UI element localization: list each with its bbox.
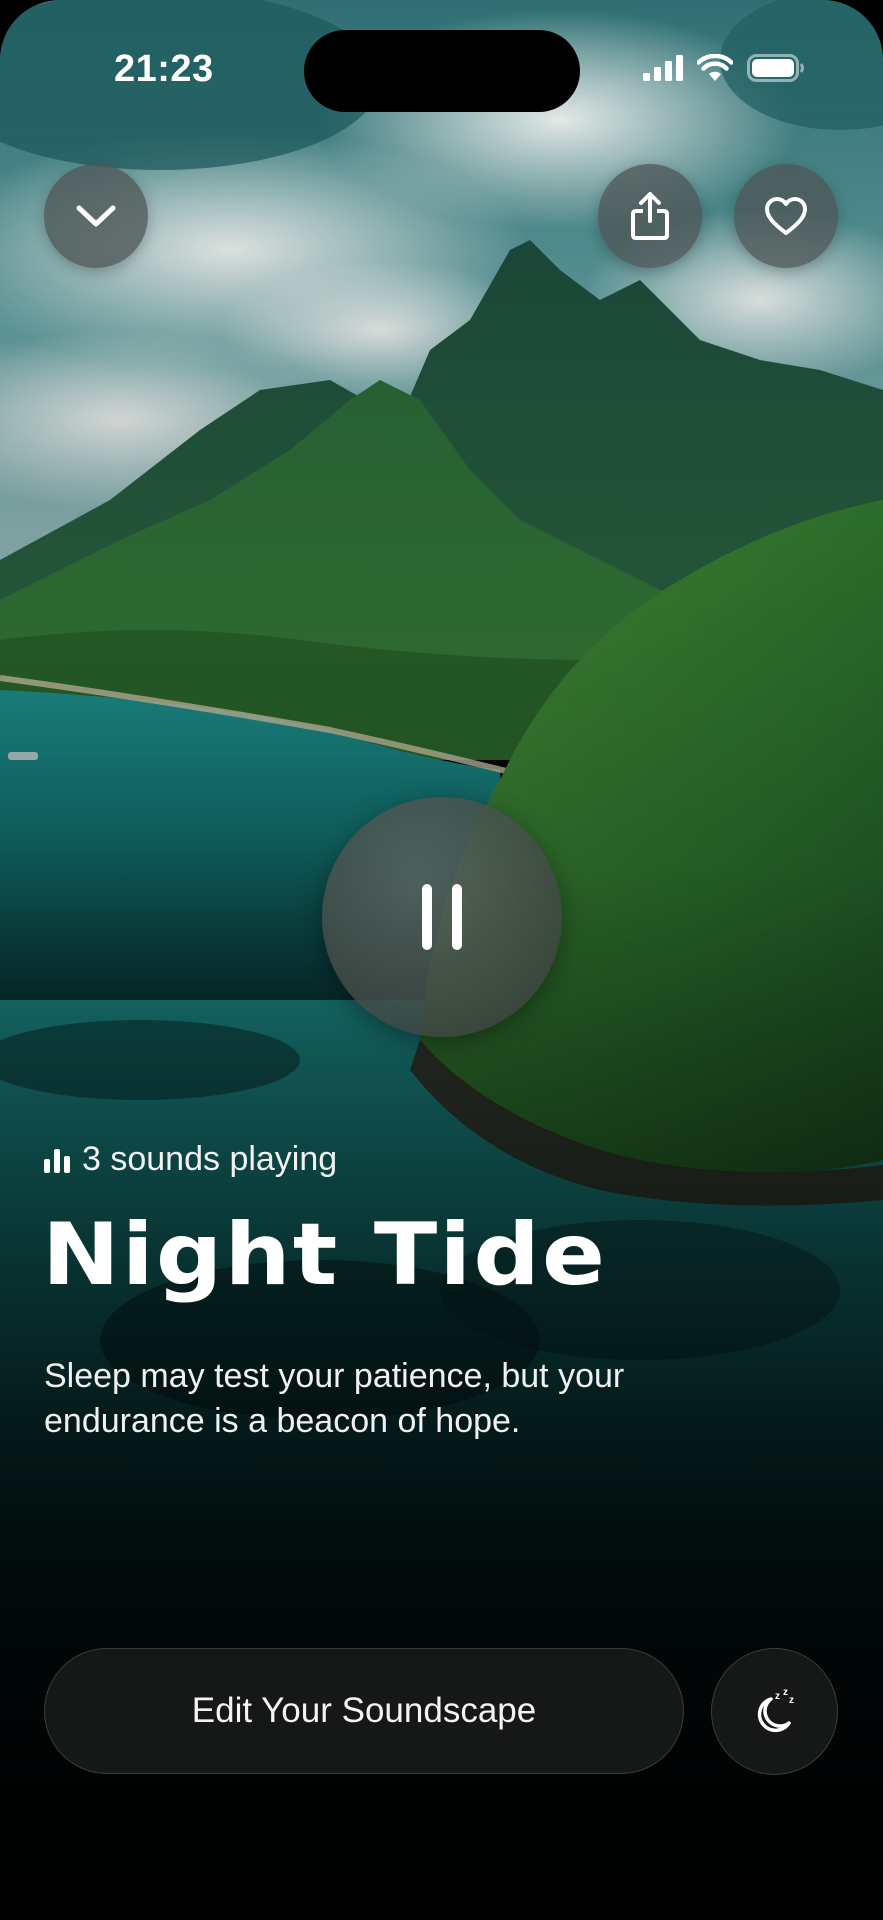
wifi-icon <box>697 54 733 81</box>
svg-text:z: z <box>789 1695 794 1706</box>
moon-sleep-icon: z z z <box>757 1687 794 1732</box>
sounds-playing-label: 3 sounds playing <box>82 1140 338 1178</box>
edit-soundscape-button[interactable]: Edit Your Soundscape <box>44 1648 684 1774</box>
chevron-down-icon <box>76 205 116 227</box>
sounds-playing-indicator[interactable]: 3 sounds playing <box>44 1140 337 1179</box>
heart-icon <box>765 197 807 235</box>
edit-soundscape-label: Edit Your Soundscape <box>191 1691 537 1730</box>
soundscape-description: Sleep may test your patience, but your e… <box>44 1357 625 1440</box>
status-icons <box>643 54 805 82</box>
favorite-button[interactable] <box>734 164 838 268</box>
share-icon <box>631 192 669 240</box>
pause-icon <box>422 884 462 950</box>
battery-icon <box>747 54 804 82</box>
soundscape-title: Night Tide <box>42 1205 608 1305</box>
svg-text:z: z <box>775 1691 780 1702</box>
status-time: 21:23 <box>114 48 214 90</box>
equalizer-icon <box>44 1148 70 1173</box>
cellular-signal-icon <box>643 55 683 81</box>
svg-text:z: z <box>783 1687 788 1698</box>
sleep-timer-button[interactable]: z z z <box>711 1648 838 1775</box>
collapse-button[interactable] <box>44 164 148 268</box>
now-playing-screen: 21:23 3 sounds playing Night Tide Sleep … <box>0 0 883 1920</box>
pause-button[interactable] <box>322 797 562 1037</box>
dynamic-island <box>304 30 580 112</box>
share-button[interactable] <box>598 164 702 268</box>
